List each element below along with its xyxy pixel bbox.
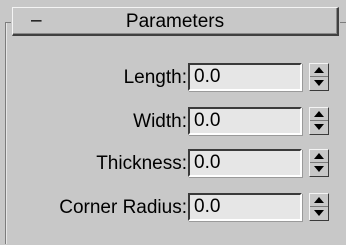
width-label: Width: bbox=[133, 111, 187, 132]
thickness-spinner-up[interactable] bbox=[310, 150, 328, 163]
width-spinner[interactable] bbox=[309, 107, 329, 135]
triangle-up-icon bbox=[314, 111, 324, 117]
triangle-down-icon bbox=[314, 124, 324, 130]
corner-radius-spinner-down[interactable] bbox=[310, 207, 328, 220]
triangle-down-icon bbox=[314, 166, 324, 172]
width-field[interactable] bbox=[188, 107, 302, 135]
rollout-title: Parameters bbox=[125, 11, 225, 32]
corner-radius-spinner[interactable] bbox=[309, 193, 329, 221]
triangle-up-icon bbox=[314, 153, 324, 159]
thickness-label: Thickness: bbox=[96, 153, 187, 174]
panel-frame-top-tick bbox=[5, 22, 11, 23]
length-row: Length: bbox=[0, 63, 346, 95]
length-field[interactable] bbox=[188, 63, 302, 91]
corner-radius-spinner-up[interactable] bbox=[310, 194, 328, 207]
parameters-rollout-panel: – Parameters Length: Width: Thic bbox=[0, 0, 346, 245]
length-spinner-down[interactable] bbox=[310, 77, 328, 90]
thickness-spinner-down[interactable] bbox=[310, 163, 328, 176]
length-spinner[interactable] bbox=[309, 63, 329, 91]
triangle-up-icon bbox=[314, 197, 324, 203]
length-label: Length: bbox=[123, 67, 187, 88]
corner-radius-field[interactable] bbox=[188, 193, 302, 221]
width-spinner-up[interactable] bbox=[310, 108, 328, 121]
thickness-row: Thickness: bbox=[0, 149, 346, 181]
corner-radius-label: Corner Radius: bbox=[59, 197, 187, 218]
triangle-up-icon bbox=[314, 67, 324, 73]
triangle-down-icon bbox=[314, 80, 324, 86]
triangle-down-icon bbox=[314, 210, 324, 216]
panel-frame-right-tick bbox=[340, 22, 346, 23]
thickness-spinner[interactable] bbox=[309, 149, 329, 177]
thickness-field[interactable] bbox=[188, 149, 302, 177]
parameters-rollout-header[interactable]: – Parameters bbox=[12, 7, 339, 36]
width-spinner-down[interactable] bbox=[310, 121, 328, 134]
length-spinner-up[interactable] bbox=[310, 64, 328, 77]
width-row: Width: bbox=[0, 107, 346, 139]
corner-radius-row: Corner Radius: bbox=[0, 193, 346, 225]
